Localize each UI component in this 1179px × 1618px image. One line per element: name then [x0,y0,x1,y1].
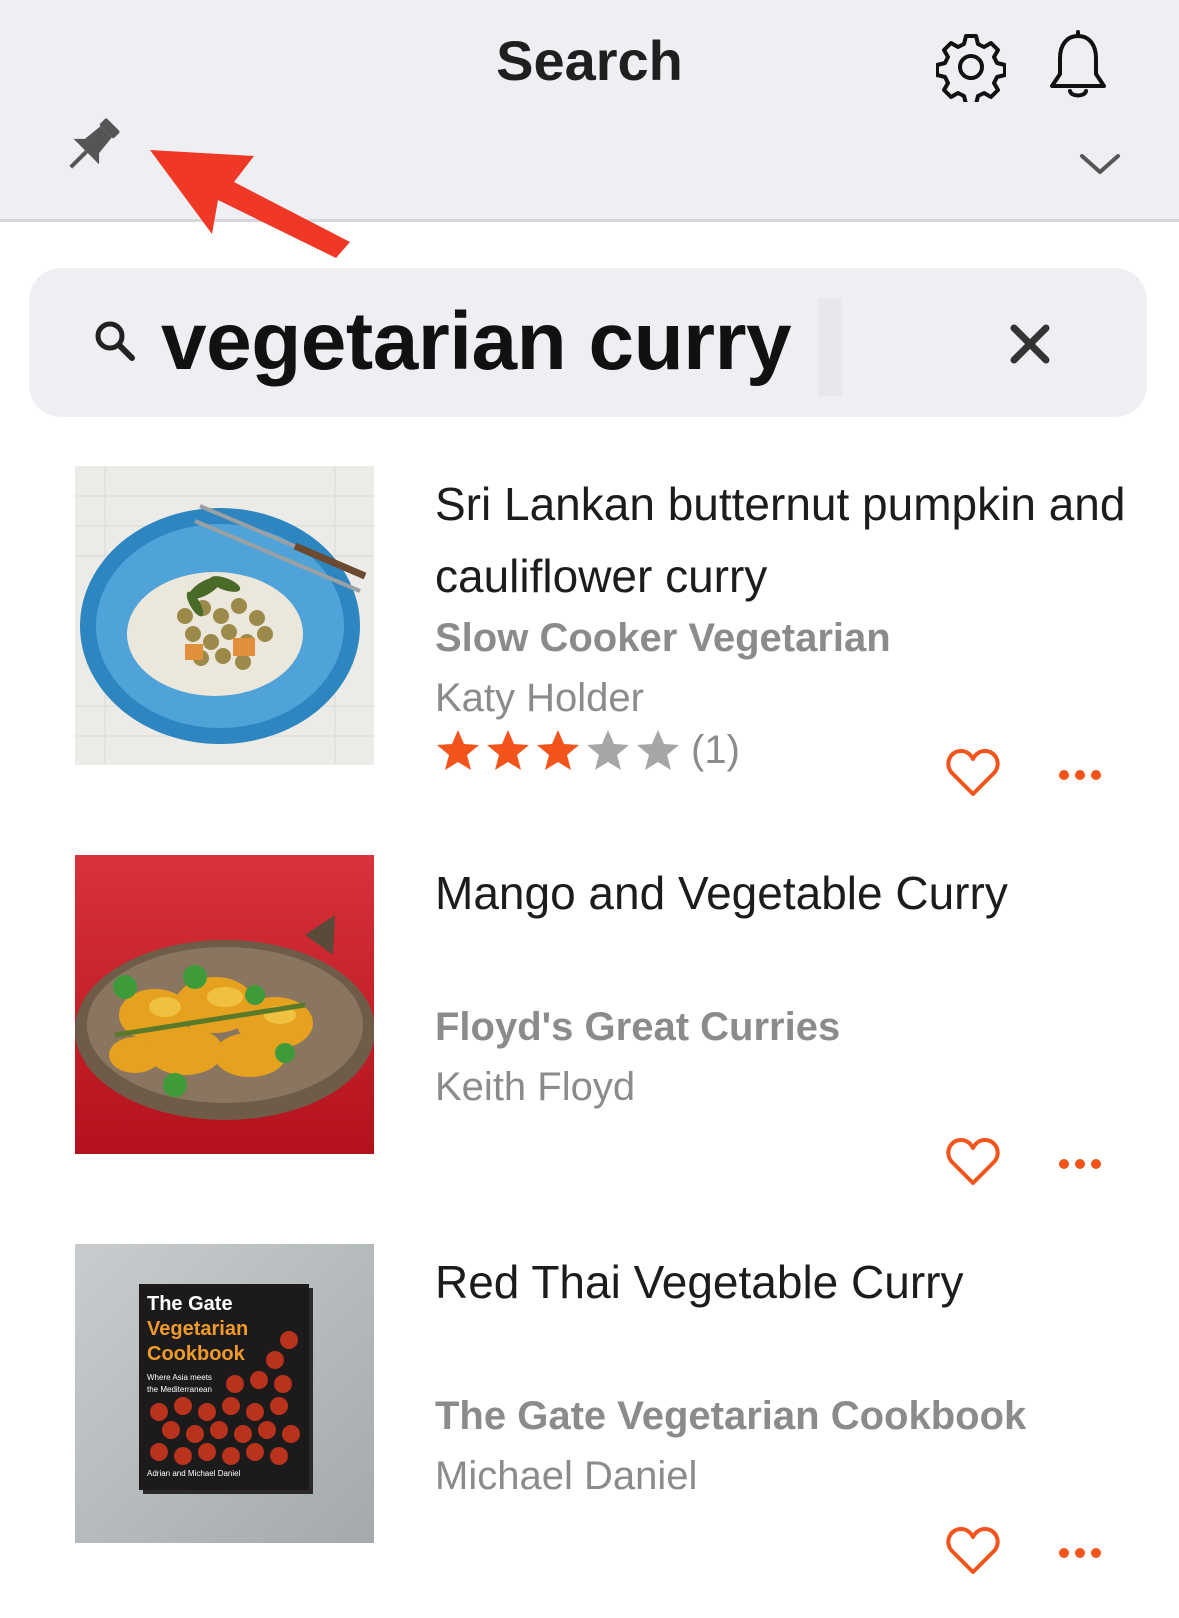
star-empty-icon [587,730,629,770]
recipe-thumbnail [75,855,374,1154]
list-item[interactable]: The Gate Vegetarian Cookbook Where Asia … [0,1244,1179,1604]
search-icon [95,321,135,361]
author-name: Michael Daniel [435,1454,698,1498]
star-rating[interactable]: (1) [435,728,740,772]
author-name: Keith Floyd [435,1065,636,1109]
book-cover-thumbnail: The Gate Vegetarian Cookbook Where Asia … [75,1244,374,1543]
close-icon[interactable] [1006,320,1054,368]
list-item[interactable]: Sri Lankan butternut pumpkin and caulifl… [0,466,1179,826]
list-item[interactable]: Mango and Vegetable Curry Floyd's Great … [0,855,1179,1215]
recipe-title[interactable]: Mango and Vegetable Curry [435,857,1135,929]
recipe-title[interactable]: Sri Lankan butternut pumpkin and caulifl… [435,468,1135,612]
gear-icon[interactable] [936,32,1006,102]
heart-icon[interactable] [946,1526,1000,1576]
bell-icon[interactable] [1046,30,1110,102]
recipe-thumbnail [75,466,374,765]
more-options-icon[interactable] [1058,768,1102,782]
author-name: Katy Holder [435,676,644,720]
recipe-title[interactable]: Red Thai Vegetable Curry [435,1246,1135,1318]
star-filled-icon [437,730,479,770]
star-filled-icon [537,730,579,770]
cover-title-line3: Cookbook [147,1343,246,1365]
book-title: The Gate Vegetarian Cookbook [435,1394,1027,1438]
cover-title-line2: Vegetarian [147,1318,248,1340]
annotation-arrow [150,150,350,258]
book-title: Slow Cooker Vegetarian [435,616,891,660]
cover-tagline-line1: Where Asia meets [147,1373,212,1382]
more-options-icon[interactable] [1058,1157,1102,1171]
search-input[interactable]: vegetarian curry [161,292,792,392]
pin-icon[interactable] [58,112,126,180]
chevron-down-icon[interactable] [1078,150,1122,178]
text-cursor [818,298,842,396]
heart-icon[interactable] [946,748,1000,798]
heart-icon[interactable] [946,1137,1000,1187]
star-empty-icon [637,730,679,770]
book-title: Floyd's Great Curries [435,1005,841,1049]
cover-tagline-line2: the Mediterranean [147,1385,212,1394]
rating-count: (1) [691,727,740,772]
cover-authors: Adrian and Michael Daniel [147,1469,241,1478]
more-options-icon[interactable] [1058,1546,1102,1560]
cover-title-line1: The Gate [147,1293,233,1315]
star-filled-icon [487,730,529,770]
